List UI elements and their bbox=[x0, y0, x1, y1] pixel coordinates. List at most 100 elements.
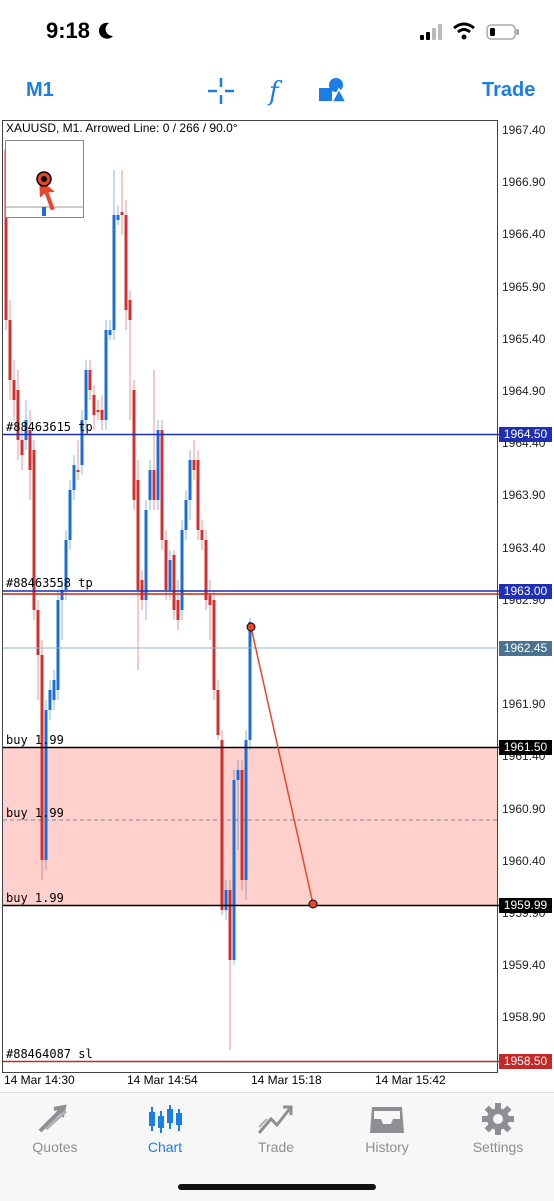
tab-quotes[interactable]: Quotes bbox=[0, 1093, 110, 1163]
candle-body bbox=[116, 215, 120, 220]
cellular-signal-icon bbox=[420, 24, 442, 40]
candlestick-chart-icon bbox=[149, 1105, 182, 1133]
crosshair-icon[interactable] bbox=[206, 76, 236, 106]
candle-body bbox=[40, 655, 44, 860]
tab-label: Chart bbox=[147, 1139, 183, 1155]
price-tick: 1966.40 bbox=[502, 227, 546, 242]
candle-body bbox=[84, 370, 88, 420]
price-tick: 1965.90 bbox=[502, 279, 546, 294]
wifi-icon bbox=[453, 22, 475, 40]
candle-body bbox=[216, 690, 220, 735]
buy1-label: buy 1.99 bbox=[6, 733, 64, 747]
candle-body bbox=[104, 330, 108, 420]
tp2-price-tag: 1963.00 bbox=[499, 584, 552, 599]
candle-body bbox=[172, 555, 176, 610]
candles bbox=[4, 140, 252, 1050]
candle-body bbox=[96, 410, 100, 412]
timeframe-button[interactable]: M1 bbox=[26, 79, 54, 102]
price-tick: 1960.40 bbox=[502, 853, 546, 868]
sl-price-tag: 1958.50 bbox=[499, 1054, 552, 1069]
time-tick: 14 Mar 15:18 bbox=[251, 1073, 322, 1087]
price-tick: 1959.40 bbox=[502, 958, 546, 973]
trade-trend-icon bbox=[257, 1105, 293, 1134]
price-tick: 1964.90 bbox=[502, 384, 546, 398]
tab-label: History bbox=[365, 1139, 409, 1155]
candle-body bbox=[152, 470, 156, 500]
candle-body bbox=[184, 500, 188, 530]
price-tick: 1966.90 bbox=[502, 175, 546, 190]
candle-body bbox=[248, 622, 252, 740]
candle-body bbox=[212, 600, 216, 690]
candle-body bbox=[124, 215, 128, 310]
candle-body bbox=[208, 595, 212, 605]
price-tick: 1963.40 bbox=[502, 540, 546, 555]
status-time: 9:18 bbox=[46, 18, 91, 43]
price-tick: 1960.90 bbox=[502, 801, 546, 816]
trade-button[interactable]: Trade bbox=[482, 79, 535, 102]
candle-body bbox=[68, 490, 72, 540]
price-tick: 1958.90 bbox=[502, 1010, 546, 1025]
settings-gear-icon bbox=[482, 1103, 514, 1135]
candle-body bbox=[56, 600, 60, 690]
tab-history[interactable]: History bbox=[332, 1093, 442, 1163]
chart-toolbar: M1 f Trade bbox=[0, 66, 554, 116]
candle-body bbox=[200, 530, 204, 540]
candle-body bbox=[100, 410, 104, 420]
candle-body bbox=[148, 470, 152, 500]
candle-body bbox=[8, 320, 12, 380]
price-tick: 1967.40 bbox=[502, 123, 546, 137]
sl-label: #88464087 sl bbox=[6, 1047, 93, 1061]
candle-body bbox=[156, 430, 160, 500]
candle-body bbox=[176, 600, 180, 620]
arrow-start-handle bbox=[246, 622, 256, 632]
candle-body bbox=[112, 215, 116, 330]
candle-body bbox=[72, 465, 76, 490]
magnifier-preview bbox=[5, 140, 84, 218]
candle-body bbox=[164, 540, 168, 590]
buy-zone bbox=[3, 747, 497, 905]
candle-body bbox=[20, 440, 24, 455]
magnifier-arrow-icon bbox=[6, 171, 83, 216]
candle-body bbox=[196, 460, 200, 530]
chart-title: XAUUSD, M1. Arrowed Line: 0 / 266 / 90.0… bbox=[6, 121, 238, 135]
tp1-label: #88463615 tp bbox=[6, 420, 93, 434]
buy2-label: buy 1.99 bbox=[6, 806, 64, 820]
candle-body bbox=[228, 890, 232, 960]
price-tick: 1963.90 bbox=[502, 488, 546, 503]
tab-trade[interactable]: Trade bbox=[221, 1093, 331, 1163]
battery-icon bbox=[486, 24, 519, 40]
candle-body bbox=[140, 580, 144, 600]
tp2-label: #88463558 tp bbox=[6, 576, 93, 590]
candle-body bbox=[132, 390, 136, 500]
tab-chart[interactable]: Chart bbox=[110, 1093, 220, 1163]
candle-body bbox=[244, 740, 248, 880]
candle-body bbox=[92, 395, 96, 415]
price-chart[interactable] bbox=[0, 118, 554, 1088]
candle-body bbox=[52, 680, 56, 700]
bid-price-tag: 1962.45 bbox=[499, 641, 552, 656]
history-inbox-icon bbox=[370, 1107, 404, 1133]
tab-label: Settings bbox=[472, 1139, 524, 1155]
tab-settings[interactable]: Settings bbox=[443, 1093, 553, 1163]
candle-body bbox=[108, 330, 112, 335]
candle-body bbox=[120, 212, 124, 215]
candle-body bbox=[236, 770, 240, 780]
function-icon[interactable]: f bbox=[266, 76, 288, 106]
shapes-icon[interactable] bbox=[318, 76, 348, 104]
candle-body bbox=[160, 430, 164, 540]
home-indicator bbox=[178, 1184, 376, 1190]
quotes-arrows-icon bbox=[38, 1104, 68, 1133]
candle-body bbox=[128, 300, 132, 320]
candle-body bbox=[188, 460, 192, 500]
time-tick: 14 Mar 14:30 bbox=[4, 1073, 75, 1087]
candle-body bbox=[224, 890, 228, 910]
candle-body bbox=[192, 460, 196, 470]
time-tick: 14 Mar 15:42 bbox=[375, 1073, 446, 1087]
candle-body bbox=[220, 740, 224, 910]
candle-body bbox=[48, 690, 52, 710]
price-tick: 1961.90 bbox=[502, 697, 546, 712]
buy1-price-tag: 1961.50 bbox=[499, 740, 552, 755]
price-tick: 1965.40 bbox=[502, 331, 546, 346]
candle-body bbox=[168, 560, 172, 590]
candle-body bbox=[28, 430, 32, 470]
